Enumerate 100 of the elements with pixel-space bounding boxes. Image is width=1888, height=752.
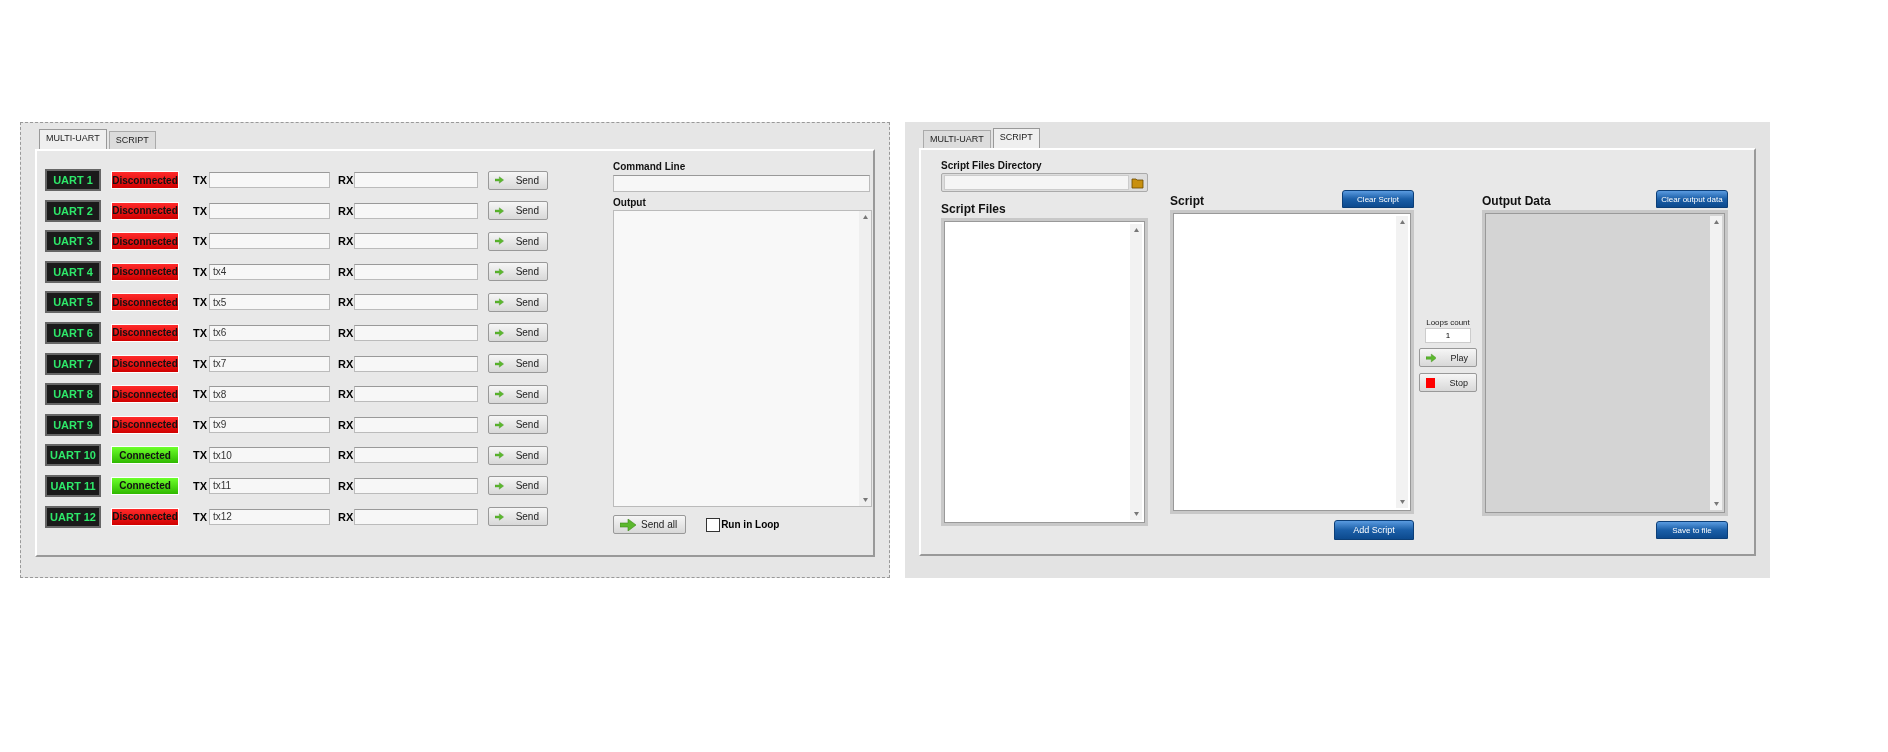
send-all-button[interactable]: Send all: [613, 515, 687, 534]
tx-field[interactable]: [209, 233, 330, 250]
send-button[interactable]: Send: [488, 170, 548, 190]
rx-label: RX: [338, 388, 354, 401]
tx-field[interactable]: tx10: [209, 447, 330, 464]
clear-script-button[interactable]: Clear Script: [1342, 190, 1414, 208]
field-label: Command Line: [613, 161, 687, 172]
send-button[interactable]: Send: [488, 415, 548, 435]
status-indicator: Disconnected: [111, 201, 179, 220]
send-button[interactable]: Send: [488, 231, 548, 251]
rx-field[interactable]: [354, 263, 478, 280]
path-field[interactable]: [941, 173, 1148, 192]
tab[interactable]: MULTI-UART: [39, 129, 107, 149]
tx-field[interactable]: tx4: [209, 263, 330, 280]
tx-field[interactable]: tx6: [209, 324, 330, 341]
tx-label: TX: [193, 449, 209, 462]
send-button[interactable]: Send: [488, 201, 548, 221]
send-button[interactable]: Send: [488, 262, 548, 282]
status-indicator: Disconnected: [111, 354, 179, 373]
arrow-icon: [495, 174, 504, 186]
rx-label: RX: [338, 479, 354, 492]
scroll-up-icon[interactable]: [1713, 220, 1719, 224]
tx-field[interactable]: [209, 172, 330, 188]
uart-indicator: UART 9: [45, 413, 101, 436]
tab[interactable]: MULTI-UART: [923, 130, 991, 148]
tx-field[interactable]: [209, 202, 330, 219]
stop-icon: [1426, 377, 1436, 388]
send-button[interactable]: Send: [488, 292, 548, 312]
tab[interactable]: SCRIPT: [108, 131, 156, 149]
rx-label: RX: [338, 296, 354, 309]
rx-field[interactable]: [354, 447, 478, 464]
scrollbar[interactable]: [859, 211, 871, 506]
save-button[interactable]: Save to file: [1656, 521, 1728, 539]
scroll-up-icon[interactable]: [862, 215, 868, 219]
tx-field[interactable]: tx12: [209, 508, 330, 525]
uart-indicator: UART 4: [45, 260, 101, 283]
rx-label: RX: [338, 204, 354, 217]
send-button[interactable]: Send: [488, 384, 548, 404]
tx-label: TX: [193, 510, 209, 523]
send-button[interactable]: Send: [488, 476, 548, 496]
scrollbar[interactable]: [1130, 224, 1142, 520]
folder-icon[interactable]: [1131, 176, 1145, 189]
rx-field[interactable]: [354, 355, 478, 372]
checkbox[interactable]: [706, 517, 721, 532]
play-button[interactable]: Play: [1419, 348, 1477, 367]
scrollbar[interactable]: [1396, 216, 1408, 508]
rx-field[interactable]: [354, 386, 478, 403]
rx-field[interactable]: [354, 202, 478, 219]
tx-label: TX: [193, 357, 209, 370]
send-button[interactable]: Send: [488, 354, 548, 374]
rx-field[interactable]: [354, 172, 478, 188]
tx-field[interactable]: tx5: [209, 294, 330, 311]
tab[interactable]: SCRIPT: [992, 128, 1040, 148]
list-label: Script Files: [941, 202, 1007, 216]
rx-label: RX: [338, 265, 354, 278]
status-indicator: Disconnected: [111, 171, 179, 189]
status-indicator: Disconnected: [111, 415, 179, 434]
rx-label: RX: [338, 418, 354, 431]
status-indicator: Disconnected: [111, 262, 179, 281]
add-script-button[interactable]: Add Script: [1334, 520, 1414, 540]
command-field[interactable]: [613, 175, 870, 192]
scroll-up-icon[interactable]: [1399, 220, 1405, 224]
rx-field[interactable]: [354, 294, 478, 311]
send-button[interactable]: Send: [488, 445, 548, 465]
scroll-down-icon[interactable]: [1399, 500, 1405, 504]
uart-indicator: UART 1: [45, 169, 101, 191]
rx-field[interactable]: [354, 416, 478, 433]
uart-indicator: UART 11: [45, 474, 101, 497]
scroll-up-icon[interactable]: [1133, 228, 1139, 232]
arrow-icon: [495, 388, 504, 401]
clear-output-button[interactable]: Clear output data: [1656, 190, 1728, 208]
rx-field[interactable]: [354, 508, 478, 525]
scroll-down-icon[interactable]: [1713, 502, 1719, 506]
send-button[interactable]: Send: [488, 323, 548, 343]
script-area[interactable]: [1170, 210, 1414, 514]
rx-field[interactable]: [354, 233, 478, 250]
arrow-icon: [1426, 351, 1437, 364]
tx-field[interactable]: tx9: [209, 416, 330, 433]
uart-indicator: UART 5: [45, 291, 101, 314]
arrow-icon: [495, 326, 504, 339]
status-indicator: Connected: [111, 446, 179, 465]
scrollbar[interactable]: [1710, 216, 1722, 510]
stop-button[interactable]: Stop: [1419, 373, 1477, 392]
rx-field[interactable]: [354, 324, 478, 341]
status-indicator: Disconnected: [111, 232, 179, 251]
file-list[interactable]: [941, 218, 1148, 526]
tx-field[interactable]: tx11: [209, 477, 330, 494]
tx-label: TX: [193, 174, 209, 186]
tx-field[interactable]: tx7: [209, 355, 330, 372]
status-indicator: Disconnected: [111, 293, 179, 312]
loops-field[interactable]: 1: [1425, 328, 1471, 343]
rx-field[interactable]: [354, 477, 478, 494]
arrow-icon: [495, 418, 504, 431]
send-button[interactable]: Send: [488, 507, 548, 527]
field-label: Loops count: [1426, 318, 1470, 327]
uart-indicator: UART 8: [45, 383, 101, 406]
tx-label: TX: [193, 204, 209, 217]
tx-field[interactable]: tx8: [209, 386, 330, 403]
scroll-down-icon[interactable]: [1133, 512, 1139, 516]
scroll-down-icon[interactable]: [862, 498, 868, 502]
